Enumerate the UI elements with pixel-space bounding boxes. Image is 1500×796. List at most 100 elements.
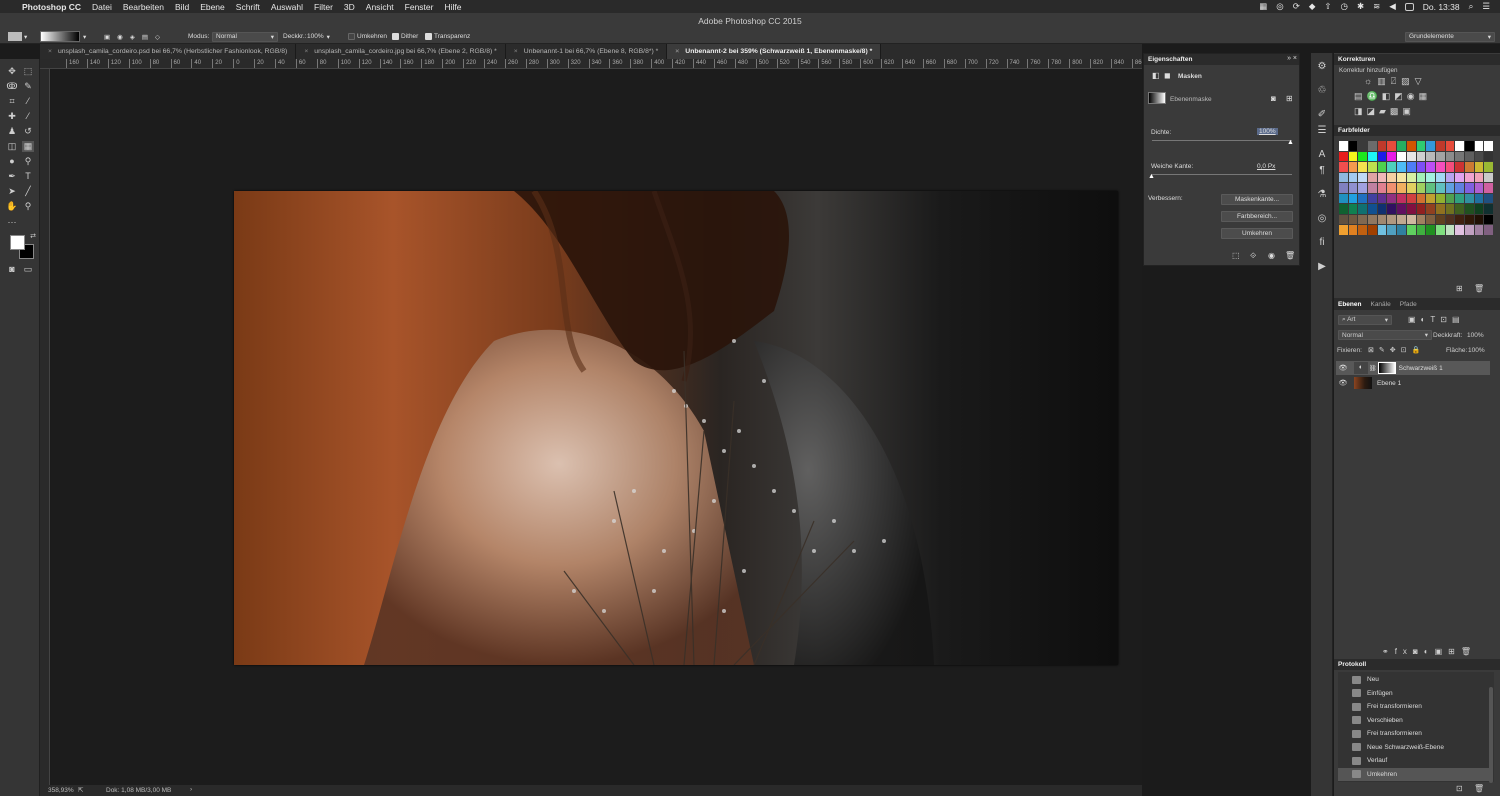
clock[interactable]: Do. 13:38 <box>1423 2 1460 12</box>
battery-icon[interactable] <box>1404 2 1414 11</box>
swatch[interactable] <box>1377 225 1387 235</box>
swatch[interactable] <box>1368 204 1377 214</box>
dichte-slider-track[interactable] <box>1152 140 1292 141</box>
history-item[interactable]: Verschieben <box>1338 714 1492 727</box>
document-tab-active[interactable]: × Unbenannt-2 bei 359% (Schwarzweiß 1, Eb… <box>667 44 882 59</box>
menu-datei[interactable]: Datei <box>92 2 112 12</box>
swatch[interactable] <box>1358 193 1368 203</box>
swatch[interactable] <box>1377 214 1387 224</box>
tab-pfade[interactable]: Pfade <box>1400 301 1417 308</box>
swatch[interactable] <box>1406 183 1416 193</box>
swatch[interactable] <box>1435 225 1445 235</box>
lasso-tool-icon[interactable]: ↂ <box>6 81 18 92</box>
swatch[interactable] <box>1358 151 1368 161</box>
swatch[interactable] <box>1397 172 1406 182</box>
swatch[interactable] <box>1464 162 1474 172</box>
chain-link-icon[interactable]: ⛓ <box>1369 365 1377 372</box>
history-item[interactable]: Frei transformieren <box>1338 700 1492 713</box>
move-tool-icon[interactable]: ✥ <box>6 66 18 77</box>
swatch[interactable] <box>1455 141 1464 151</box>
swatch[interactable] <box>1464 204 1474 214</box>
swatch[interactable] <box>1397 204 1406 214</box>
swatch[interactable] <box>1416 214 1426 224</box>
libraries-panel-icon[interactable]: ♲ <box>1316 85 1328 97</box>
swatch[interactable] <box>1348 162 1358 172</box>
eraser-tool-icon[interactable]: ◫ <box>6 141 18 152</box>
swatch[interactable] <box>1348 225 1358 235</box>
swatch[interactable] <box>1484 151 1493 161</box>
close-icon[interactable]: × <box>48 48 52 55</box>
swatch[interactable] <box>1484 193 1493 203</box>
swatch[interactable] <box>1474 204 1484 214</box>
swatch[interactable] <box>1484 141 1493 151</box>
swatch[interactable] <box>1339 193 1348 203</box>
deckkraft-input[interactable]: 100% <box>1467 332 1484 339</box>
bluetooth-icon[interactable]: ✱ <box>1357 1 1364 12</box>
swatch[interactable] <box>1435 214 1445 224</box>
swatch[interactable] <box>1387 183 1397 193</box>
swatch[interactable] <box>1368 141 1377 151</box>
panel-close-icon[interactable]: × <box>1293 55 1297 62</box>
close-icon[interactable]: × <box>514 48 518 55</box>
flaeche-input[interactable]: 100% <box>1468 347 1485 354</box>
document-tab[interactable]: × unsplash_camila_cordeiro.psd bei 66,7% … <box>40 44 297 59</box>
swatch[interactable] <box>1416 162 1426 172</box>
swatch[interactable] <box>1387 162 1397 172</box>
3d-panel-icon[interactable]: ⚗ <box>1316 189 1328 201</box>
swatch[interactable] <box>1464 214 1474 224</box>
swatch[interactable] <box>1445 193 1455 203</box>
delete-mask-icon[interactable]: 🗑 <box>1285 251 1295 260</box>
layer-actions[interactable]: ⚭fx◙◐▣⊞🗑 <box>1382 647 1477 656</box>
hand-tool-icon[interactable]: ✋ <box>6 201 18 212</box>
dodge-tool-icon[interactable]: ⚲ <box>22 156 34 167</box>
swatch[interactable] <box>1474 162 1484 172</box>
swatch[interactable] <box>1339 172 1348 182</box>
layer-mask-thumbnail[interactable] <box>1377 362 1396 374</box>
swatch[interactable] <box>1406 172 1416 182</box>
crop-tool-icon[interactable]: ⌗ <box>6 96 18 107</box>
modus-select[interactable]: Normal ▾ <box>212 31 278 42</box>
swatch[interactable] <box>1387 225 1397 235</box>
tool-presets-icon[interactable]: ☰ <box>1316 125 1328 137</box>
swatch[interactable] <box>1377 151 1387 161</box>
cc-libraries-icon[interactable]: ◎ <box>1316 213 1328 225</box>
clone-stamp-tool-icon[interactable]: ♟ <box>6 126 18 137</box>
sync-icon[interactable]: ⟳ <box>1293 1 1300 12</box>
swatch[interactable] <box>1416 172 1426 182</box>
swatch[interactable] <box>1397 141 1406 151</box>
reflected-gradient-icon[interactable]: ▤ <box>142 33 148 41</box>
swatch[interactable] <box>1416 225 1426 235</box>
swatch[interactable] <box>1435 172 1445 182</box>
path-selection-tool-icon[interactable]: ➤ <box>6 186 18 197</box>
history-item[interactable]: Neu <box>1338 673 1492 686</box>
vector-mask-icon[interactable]: ◼ <box>1164 71 1171 80</box>
menu-auswahl[interactable]: Auswahl <box>271 2 303 12</box>
load-selection-icon[interactable]: ⬚ <box>1232 251 1240 260</box>
swatch[interactable] <box>1455 193 1464 203</box>
swatch[interactable] <box>1368 193 1377 203</box>
swatch[interactable] <box>1387 214 1397 224</box>
blur-tool-icon[interactable]: ● <box>6 156 18 167</box>
new-document-from-state-icon[interactable]: ⊡ <box>1456 784 1463 793</box>
swatch[interactable] <box>1416 141 1426 151</box>
swatch[interactable] <box>1435 204 1445 214</box>
swatch[interactable] <box>1455 204 1464 214</box>
monitor-icon[interactable]: ▦ <box>1259 1 1267 12</box>
swatch[interactable] <box>1348 193 1358 203</box>
swatch[interactable] <box>1474 214 1484 224</box>
swatch[interactable] <box>1377 204 1387 214</box>
document-tab[interactable]: × unsplash_camila_cordeiro.jpg bei 66,7% … <box>296 44 506 59</box>
swatch[interactable] <box>1455 225 1464 235</box>
weiche-kante-input[interactable]: 0,0 Px <box>1257 163 1275 170</box>
transparenz-checkbox[interactable]: Transparenz <box>425 31 470 42</box>
swatch[interactable] <box>1348 172 1358 182</box>
delete-swatch-icon[interactable]: 🗑 <box>1474 284 1484 293</box>
swatch[interactable] <box>1474 183 1484 193</box>
layer-filter-icons[interactable]: ▣◐T⊡▤ <box>1408 315 1465 324</box>
swatch[interactable] <box>1455 183 1464 193</box>
swatch[interactable] <box>1435 151 1445 161</box>
lock-icons[interactable]: ⊠✎✥⊡🔒 <box>1368 346 1425 354</box>
swap-colors-icon[interactable]: ⇄ <box>27 231 39 242</box>
tool-preset-picker[interactable]: ▾ <box>8 31 27 42</box>
history-item[interactable]: Neue Schwarzweiß-Ebene <box>1338 741 1492 754</box>
